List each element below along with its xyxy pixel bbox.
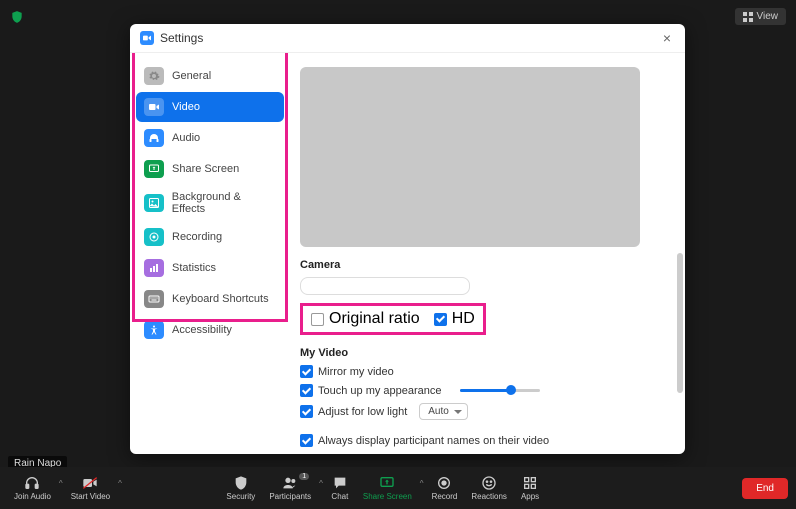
sidebar-item-label: General <box>172 70 211 82</box>
view-label: View <box>757 11 779 22</box>
scrollbar[interactable] <box>677 253 683 393</box>
share-caret[interactable]: ^ <box>420 479 424 488</box>
video-off-icon <box>81 475 99 491</box>
gear-icon <box>144 67 164 85</box>
original-ratio-label: Original ratio <box>329 310 420 328</box>
join-audio-button[interactable]: Join Audio <box>8 475 57 501</box>
settings-content: Camera Original ratio HD My Video <box>290 53 685 454</box>
sidebar-item-accessibility[interactable]: Accessibility <box>136 315 284 345</box>
zoom-app-icon <box>140 31 154 45</box>
bg-icon <box>144 194 164 212</box>
sidebar-item-label: Statistics <box>172 262 216 274</box>
participants-badge: 1 <box>299 473 309 480</box>
sidebar-item-general[interactable]: General <box>136 61 284 91</box>
always-display-label: Always display participant names on thei… <box>318 435 549 447</box>
camera-dropdown[interactable] <box>300 277 470 295</box>
settings-header: Settings × <box>130 24 685 53</box>
share-screen-button[interactable]: Share Screen <box>357 475 418 501</box>
security-button[interactable]: Security <box>220 475 261 501</box>
my-video-section-title: My Video <box>300 347 665 359</box>
hd-checkbox[interactable] <box>434 313 447 326</box>
settings-sidebar: General Video Audio Share Screen Background … <box>130 53 290 454</box>
chat-button[interactable]: Chat <box>325 475 355 501</box>
record-button[interactable]: Record <box>426 475 464 501</box>
annotation-highlight-ratio: Original ratio HD <box>300 303 486 335</box>
touchup-checkbox[interactable] <box>300 384 313 397</box>
sidebar-item-label: Keyboard Shortcuts <box>172 293 269 305</box>
stats-icon <box>144 259 164 277</box>
lowlight-label: Adjust for low light <box>318 406 407 418</box>
participants-button[interactable]: 1 Participants <box>263 475 317 501</box>
mirror-checkbox[interactable] <box>300 365 313 378</box>
rec-icon <box>144 228 164 246</box>
view-button[interactable]: View <box>735 8 787 25</box>
sidebar-item-label: Accessibility <box>172 324 232 336</box>
shield-icon <box>232 475 250 491</box>
sidebar-item-label: Share Screen <box>172 163 239 175</box>
video-preview <box>300 67 640 247</box>
sidebar-item-label: Recording <box>172 231 222 243</box>
sidebar-item-label: Video <box>172 101 200 113</box>
share-icon <box>144 160 164 178</box>
share-screen-icon <box>378 475 396 491</box>
audio-caret[interactable]: ^ <box>59 479 63 488</box>
sidebar-item-audio[interactable]: Audio <box>136 123 284 153</box>
chat-icon <box>331 475 349 491</box>
audio-icon <box>144 129 164 147</box>
video-icon <box>144 98 164 116</box>
acc-icon <box>144 321 164 339</box>
video-caret[interactable]: ^ <box>118 479 122 488</box>
touchup-slider[interactable] <box>460 389 540 392</box>
participants-caret[interactable]: ^ <box>319 479 323 488</box>
settings-title: Settings <box>160 31 203 45</box>
settings-window: Settings × General Video Audio Share Screen… <box>130 24 685 454</box>
apps-icon <box>521 475 539 491</box>
apps-button[interactable]: Apps <box>515 475 545 501</box>
sidebar-item-label: Audio <box>172 132 200 144</box>
encryption-shield-icon[interactable] <box>10 10 24 24</box>
smile-icon <box>480 475 498 491</box>
sidebar-item-statistics[interactable]: Statistics <box>136 253 284 283</box>
sidebar-item-keyboard-shortcuts[interactable]: Keyboard Shortcuts <box>136 284 284 314</box>
lowlight-checkbox[interactable] <box>300 405 313 418</box>
always-display-checkbox[interactable] <box>300 434 313 447</box>
headphones-icon <box>23 475 41 491</box>
sidebar-item-label: Background & Effects <box>172 191 276 215</box>
close-button[interactable]: × <box>659 30 675 46</box>
lowlight-dropdown[interactable]: Auto <box>419 403 468 420</box>
touchup-label: Touch up my appearance <box>318 385 442 397</box>
sidebar-item-share-screen[interactable]: Share Screen <box>136 154 284 184</box>
original-ratio-checkbox[interactable] <box>311 313 324 326</box>
hd-label: HD <box>452 310 475 328</box>
record-icon <box>435 475 453 491</box>
kb-icon <box>144 290 164 308</box>
camera-section-title: Camera <box>300 259 665 271</box>
meeting-toolbar: Join Audio ^ Start Video ^ Security 1 Pa… <box>0 467 796 509</box>
people-icon <box>281 475 299 491</box>
end-button[interactable]: End <box>742 478 788 499</box>
start-video-button[interactable]: Start Video <box>65 475 116 501</box>
reactions-button[interactable]: Reactions <box>465 475 513 501</box>
sidebar-item-recording[interactable]: Recording <box>136 222 284 252</box>
sidebar-item-video[interactable]: Video <box>136 92 284 122</box>
mirror-label: Mirror my video <box>318 366 394 378</box>
sidebar-item-background-effects[interactable]: Background & Effects <box>136 185 284 221</box>
